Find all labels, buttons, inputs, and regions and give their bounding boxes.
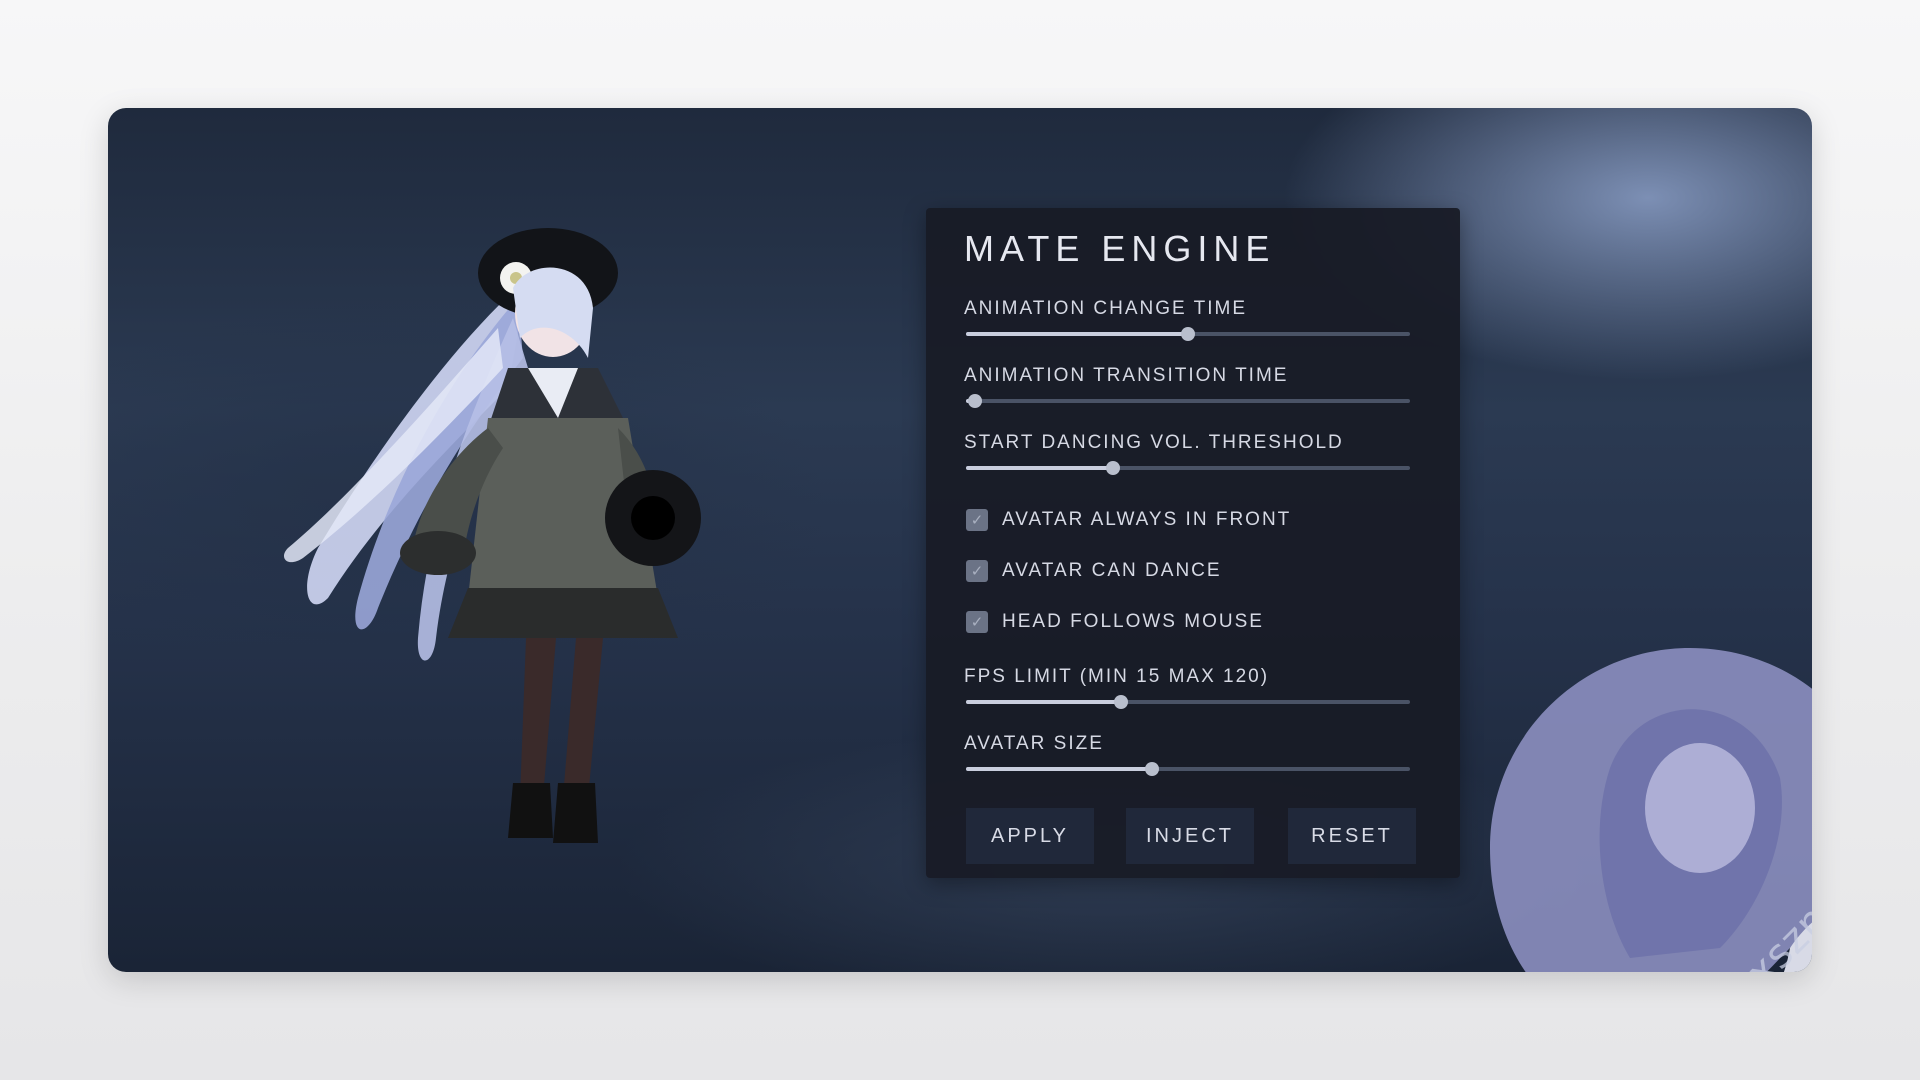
slider-fill [966, 700, 1122, 704]
slider-fps-limit[interactable] [966, 694, 1410, 710]
slider-avatar-size[interactable] [966, 761, 1410, 777]
apply-button[interactable]: APPLY [966, 808, 1094, 864]
reset-button[interactable]: RESET [1288, 808, 1416, 864]
checkbox-label: HEAD FOLLOWS MOUSE [1002, 611, 1264, 632]
avatar-icon [283, 228, 701, 843]
slider-track [966, 399, 1410, 403]
slider-label-avatar-size: AVATAR SIZE [964, 733, 1104, 754]
slider-label-animation-transition-time: ANIMATION TRANSITION TIME [964, 365, 1289, 386]
slider-fill [966, 466, 1113, 470]
slider-label-fps-limit: FPS LIMIT (MIN 15 MAX 120) [964, 666, 1270, 687]
checkbox-box[interactable]: ✓ [966, 611, 988, 633]
checkbox-avatar-can-dance[interactable]: ✓ AVATAR CAN DANCE [966, 559, 1222, 583]
anime-sticker [1490, 648, 1812, 972]
slider-dancing-threshold[interactable] [966, 460, 1410, 476]
checkbox-label: AVATAR CAN DANCE [1002, 560, 1222, 581]
slider-fill [966, 332, 1188, 336]
slider-thumb[interactable] [1105, 461, 1120, 475]
slider-fill [966, 767, 1153, 771]
slider-thumb[interactable] [1145, 762, 1160, 776]
slider-thumb[interactable] [1114, 695, 1129, 709]
checkbox-label: AVATAR ALWAYS IN FRONT [1002, 509, 1292, 530]
slider-label-animation-change-time: ANIMATION CHANGE TIME [964, 298, 1248, 319]
slider-label-dancing-threshold: START DANCING VOL. THRESHOLD [964, 432, 1344, 453]
slider-animation-transition-time[interactable] [966, 393, 1410, 409]
slider-thumb[interactable] [967, 394, 982, 408]
anime-sticker-icon [1490, 648, 1812, 972]
check-icon: ✓ [970, 562, 984, 580]
avatar-figure[interactable] [258, 218, 778, 868]
check-icon: ✓ [970, 511, 984, 529]
slider-thumb[interactable] [1181, 327, 1195, 341]
desktop-background: MATE ENGINE ANIMATION CHANGE TIME ANIMAT… [108, 108, 1812, 972]
checkbox-avatar-always-in-front[interactable]: ✓ AVATAR ALWAYS IN FRONT [966, 508, 1291, 532]
checkbox-head-follows-mouse[interactable]: ✓ HEAD FOLLOWS MOUSE [966, 610, 1264, 634]
inject-button[interactable]: INJECT [1126, 808, 1254, 864]
panel-title: MATE ENGINE [964, 228, 1276, 269]
settings-panel: MATE ENGINE ANIMATION CHANGE TIME ANIMAT… [926, 208, 1460, 878]
check-icon: ✓ [970, 613, 984, 631]
checkbox-box[interactable]: ✓ [966, 509, 988, 531]
checkbox-box[interactable]: ✓ [966, 560, 988, 582]
slider-animation-change-time[interactable] [966, 326, 1410, 342]
